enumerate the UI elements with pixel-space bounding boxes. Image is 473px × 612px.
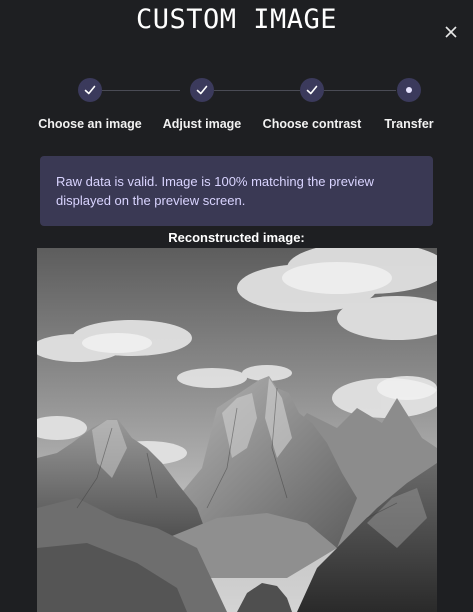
step-label: Adjust image [162, 117, 242, 131]
step-choose-image[interactable]: Choose an image [30, 78, 150, 131]
reconstructed-image-label: Reconstructed image: [168, 230, 305, 245]
step-complete-indicator [190, 78, 214, 102]
step-adjust-image[interactable]: Adjust image [142, 78, 262, 131]
close-button[interactable] [443, 24, 459, 40]
step-complete-indicator [78, 78, 102, 102]
page-title: CUSTOM IMAGE [135, 4, 338, 35]
check-icon [196, 85, 208, 95]
validation-notice: Raw data is valid. Image is 100% matchin… [40, 156, 433, 226]
reconstructed-image [37, 248, 437, 612]
step-label: Transfer [384, 117, 434, 131]
check-icon [306, 85, 318, 95]
step-transfer[interactable]: Transfer [349, 78, 469, 131]
check-icon [84, 85, 96, 95]
stepper: Choose an image Adjust image Choose cont… [0, 78, 473, 138]
step-label: Choose an image [38, 117, 142, 131]
step-complete-indicator [300, 78, 324, 102]
dot-icon [406, 87, 412, 93]
close-icon [445, 26, 457, 38]
mountain-landscape-image [37, 248, 437, 612]
step-current-indicator [397, 78, 421, 102]
